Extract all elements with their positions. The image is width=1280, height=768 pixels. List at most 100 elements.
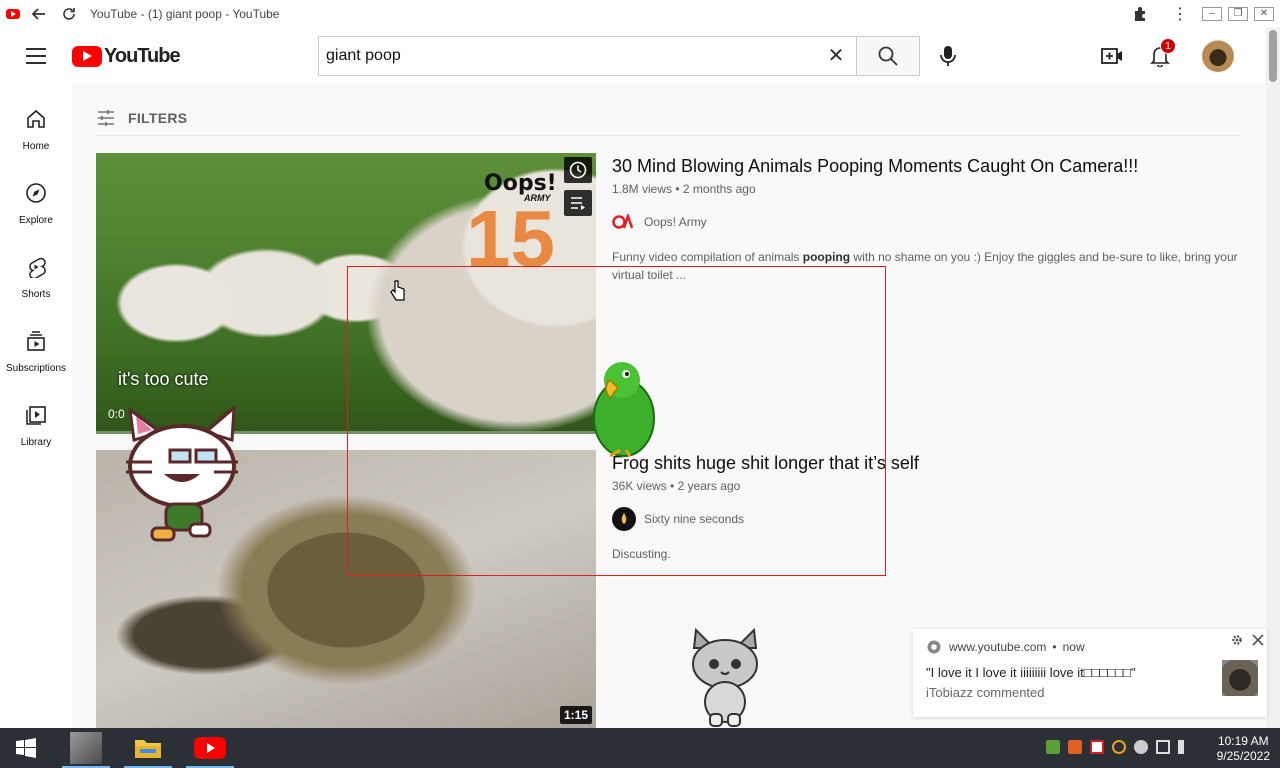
toast-message: "I love it I love it iiiiiiiii love it□□… [926,665,1136,680]
sixty-nine-seconds-channel-avatar [612,507,636,531]
cat-mascot-sticker [126,404,238,542]
guide-label: Explore [19,215,53,226]
guide-label: Home [22,141,50,152]
add-to-queue-button[interactable] [564,190,592,216]
channel-name[interactable]: Oops! Army [644,215,707,229]
taskbar-app-youtube[interactable] [186,728,234,768]
clock-date: 9/25/2022 [1216,749,1270,763]
comment-notification-toast[interactable]: www.youtube.com • now "I love it I love … [913,629,1267,717]
clear-search-icon[interactable]: ✕ [826,46,846,66]
tray-app-icon[interactable] [1090,740,1104,754]
restore-button[interactable]: ❐ [1228,7,1248,21]
guide-item-shorts[interactable]: Shorts [0,244,72,318]
filters-button[interactable]: FILTERS [128,110,187,126]
chrome-logo-icon [927,640,941,654]
video-timecode: 0:0 [108,407,125,421]
tab-title: YouTube - (1) giant poop - YouTube [90,7,280,21]
tray-search-icon[interactable] [1112,740,1126,754]
back-arrow-icon [31,8,45,20]
video-stats: 1.8M views • 2 months ago [612,182,756,196]
windows-logo-icon [16,738,36,758]
volume-icon[interactable] [1178,740,1192,754]
close-toast-icon[interactable] [1252,634,1264,646]
tray-status-icon[interactable] [1134,740,1148,754]
oops-army-channel-icon [612,214,634,229]
video-thumbnail-1[interactable]: 15 Oops! ARMY it's too cute 0:0 [96,153,596,434]
create-video-button[interactable] [1098,42,1126,70]
subscriptions-icon [27,331,45,351]
search-box[interactable]: ✕ [318,36,856,76]
extensions-puzzle-icon[interactable] [1132,5,1150,23]
close-window-button[interactable]: ✕ [1254,7,1274,21]
taskbar-app-file-explorer[interactable] [124,728,172,768]
search-input[interactable] [319,37,799,75]
toast-time: now [1062,640,1085,654]
channel-link-1[interactable]: Oops! Army [612,214,707,230]
scrollbar-thumb[interactable] [1269,30,1277,82]
taskbar-app-game[interactable] [62,728,110,768]
account-avatar[interactable] [1202,40,1234,72]
toast-commenter: iTobiazz commented [926,685,1045,700]
video-stats: 36K views • 2 years ago [612,479,741,493]
guide-item-home[interactable]: Home [0,96,72,170]
browser-menu-kebab-icon[interactable]: ⋮ [1172,4,1188,24]
minimize-button[interactable]: – [1202,7,1222,21]
watch-later-button[interactable] [564,157,592,183]
upload-age: 2 years ago [677,479,741,493]
compass-icon [26,183,46,203]
notification-count-badge: 1 [1160,38,1176,54]
start-button[interactable] [2,728,50,768]
home-icon [27,109,45,128]
guide-item-explore[interactable]: Explore [0,170,72,244]
library-icon [26,406,46,425]
video-meta-2: Frog shits huge shit longer that it’s se… [612,451,1252,493]
tray-app-icon[interactable] [1046,740,1060,754]
clock-icon [569,161,587,179]
taskbar-clock[interactable]: 10:19 AM 9/25/2022 [1217,734,1270,764]
filters-bar: FILTERS [96,100,1240,136]
youtube-logo[interactable]: YouTube [72,45,181,68]
toast-source: www.youtube.com • now [927,640,1085,654]
youtube-wordmark: YouTube [104,45,181,67]
network-icon[interactable] [1156,740,1170,754]
clock-time: 10:19 AM [1217,734,1269,748]
page-scrollbar[interactable] [1266,28,1280,728]
view-count: 36K views [612,479,667,493]
create-video-icon [1101,48,1122,64]
shorts-icon [29,257,46,278]
guide-item-library[interactable]: Library [0,392,72,466]
youtube-favicon-icon [6,9,20,19]
mini-guide-sidebar: Home Explore Shorts Subscriptions Librar… [0,84,72,728]
video-caption: it's too cute [118,369,209,389]
youtube-play-logo-icon [72,46,102,67]
filters-sliders-icon[interactable] [96,109,116,127]
toast-site: www.youtube.com [949,640,1047,654]
channel-link-2[interactable]: Sixty nine seconds [612,507,744,531]
hand-cursor-icon [390,280,405,301]
back-button[interactable] [28,3,50,25]
microphone-icon [940,46,956,66]
toast-separator: • [1052,640,1057,654]
youtube-header: YouTube ✕ 1 [0,28,1266,84]
video-description-1: Funny video compilation of animals poopi… [612,248,1242,284]
video-title[interactable]: Frog shits huge shit longer that it’s se… [612,451,1252,475]
voice-search-button[interactable] [930,38,966,74]
search-button[interactable] [856,36,920,76]
guide-item-subscriptions[interactable]: Subscriptions [0,318,72,392]
browser-title-bar: YouTube - (1) giant poop - YouTube ⋮ – ❐… [0,0,1280,28]
green-parrot-sticker [593,362,655,458]
gray-kitten-sticker [692,627,758,727]
system-tray [1046,740,1192,754]
description-highlight: pooping [802,250,851,264]
video-title[interactable]: 30 Mind Blowing Animals Pooping Moments … [612,154,1252,178]
youtube-app-icon [194,737,226,759]
settings-gear-icon[interactable] [1231,634,1243,646]
tray-app-icon[interactable] [1068,740,1082,754]
hamburger-menu-icon[interactable] [26,48,46,64]
description-text: Funny video compilation of animals [612,250,803,264]
guide-label: Library [20,437,52,448]
toast-thumbnail [1222,660,1258,696]
channel-name[interactable]: Sixty nine seconds [644,512,744,526]
notifications-button[interactable]: 1 [1146,38,1176,70]
reload-button[interactable] [58,3,80,25]
